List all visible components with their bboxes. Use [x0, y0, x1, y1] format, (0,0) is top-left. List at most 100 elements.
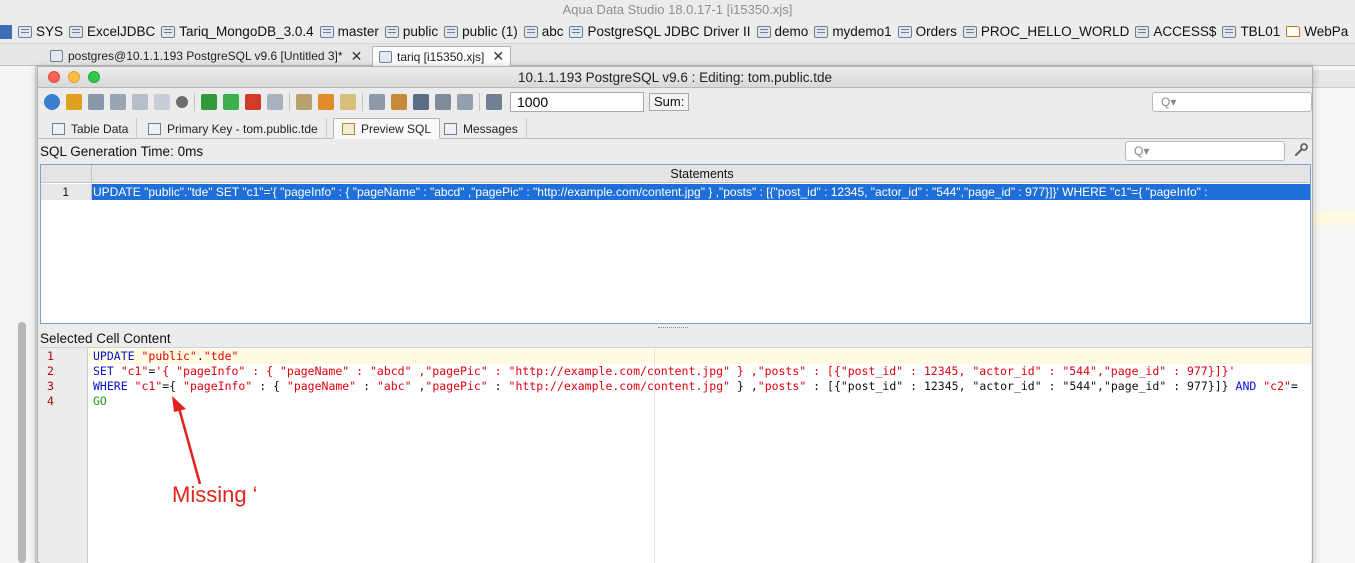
tab-label: Messages: [463, 121, 518, 136]
wand-icon[interactable]: [66, 94, 82, 110]
favorite-label: abc: [541, 24, 564, 39]
favorite-item[interactable]: master: [319, 24, 379, 39]
db-icon: [523, 25, 538, 38]
table-filter-icon[interactable]: [88, 94, 104, 110]
favorites-bar-handle[interactable]: [0, 24, 12, 39]
code-line: GO: [93, 394, 107, 409]
commit-icon[interactable]: [318, 94, 334, 110]
add-row-icon[interactable]: [223, 94, 239, 110]
refresh-icon[interactable]: [44, 94, 60, 110]
favorite-item[interactable]: PROC_HELLO_WORLD: [962, 24, 1129, 39]
tab-primary-key[interactable]: Primary Key - tom.public.tde: [140, 118, 327, 139]
column-icon[interactable]: [457, 94, 473, 110]
favorite-item[interactable]: abc: [523, 24, 564, 39]
favorite-item[interactable]: TBL01: [1222, 24, 1280, 39]
result-limit-input[interactable]: [510, 92, 644, 112]
favorite-item[interactable]: Tariq_MongoDB_3.0.4: [161, 24, 314, 39]
window-title: 10.1.1.193 PostgreSQL v9.6 : Editing: to…: [38, 67, 1312, 88]
toolbar-separator: [479, 93, 480, 111]
close-window-button[interactable]: [48, 71, 60, 83]
wrench-icon[interactable]: [1293, 142, 1309, 158]
column-header-statements[interactable]: Statements: [92, 165, 1310, 183]
vertical-scrollbar[interactable]: [18, 322, 26, 563]
db-icon: [69, 25, 84, 38]
zoom-window-button[interactable]: [88, 71, 100, 83]
expand-icon[interactable]: [369, 94, 385, 110]
favorite-item[interactable]: ExcelJDBC: [69, 24, 155, 39]
favorite-item[interactable]: PostgreSQL JDBC Driver II: [569, 24, 751, 39]
favorite-label: public (1): [462, 24, 518, 39]
sql-preview-icon: [342, 122, 355, 135]
favorite-item[interactable]: ACCESS$: [1135, 24, 1216, 39]
code-token: '{ "pageInfo" : { "pageName" : "abcd" ,"…: [155, 364, 1236, 378]
selected-cell-content-label: Selected Cell Content: [40, 331, 171, 346]
favorite-item[interactable]: mydemo1: [814, 24, 892, 39]
favorite-item[interactable]: public: [384, 24, 438, 39]
rollback-icon[interactable]: [340, 94, 356, 110]
stop-icon[interactable]: [176, 96, 188, 108]
sql-code[interactable]: UPDATE "public"."tde" SET "c1"='{ "pageIn…: [93, 348, 1311, 563]
document-tabs: postgres@10.1.1.193 PostgreSQL v9.6 [Unt…: [0, 44, 1355, 66]
code-line: WHERE "c1"={ "pageInfo" : { "pageName" :…: [93, 379, 1298, 394]
table-row[interactable]: 1 UPDATE "public"."tde" SET "c1"='{ "pag…: [41, 184, 1310, 200]
favorite-label: Tariq_MongoDB_3.0.4: [179, 24, 314, 39]
statements-search-input[interactable]: Q▾: [1125, 141, 1285, 161]
paste-icon[interactable]: [154, 94, 170, 110]
cell-content-editor[interactable]: 1 2 3 4 UPDATE "public"."tde" SET "c1"='{…: [40, 347, 1311, 563]
search-input[interactable]: Q▾: [1152, 92, 1312, 112]
db-icon: [161, 25, 176, 38]
tab-table-data[interactable]: Table Data: [44, 118, 138, 139]
line-number-gutter: 1 2 3 4: [40, 348, 88, 563]
favorite-item[interactable]: Orders: [897, 24, 957, 39]
table-icon: [52, 122, 65, 135]
favorite-item[interactable]: WebPa: [1286, 24, 1348, 39]
save-icon[interactable]: [296, 94, 312, 110]
copy-icon[interactable]: [132, 94, 148, 110]
code-token: :: [487, 379, 509, 393]
table-sort-icon[interactable]: [110, 94, 126, 110]
delete-row-icon[interactable]: [245, 94, 261, 110]
messages-icon: [444, 122, 457, 135]
code-token: } ,: [730, 379, 758, 393]
insert-row-icon[interactable]: [201, 94, 217, 110]
link-icon[interactable]: [413, 94, 429, 110]
favorite-item[interactable]: SYS: [18, 24, 63, 39]
favorite-label: master: [337, 24, 379, 39]
splitter-handle[interactable]: [658, 327, 688, 330]
code-token: "c2": [1263, 379, 1291, 393]
statement-cell[interactable]: UPDATE "public"."tde" SET "c1"='{ "pageI…: [92, 184, 1310, 200]
grid-icon[interactable]: [435, 94, 451, 110]
db-icon: [444, 25, 459, 38]
row-number-header[interactable]: [41, 165, 92, 183]
tab-i15350[interactable]: tariq [i15350.xjs] ✕: [372, 46, 512, 66]
sum-button[interactable]: Sum:: [649, 93, 690, 111]
favorite-label: demo: [774, 24, 809, 39]
close-icon[interactable]: ✕: [492, 48, 504, 65]
key-table-icon: [148, 122, 161, 135]
favorite-label: ACCESS$: [1153, 24, 1217, 39]
code-token: =: [1290, 379, 1298, 393]
code-token: "pagePic": [425, 379, 488, 393]
favorite-label: ExcelJDBC: [87, 24, 156, 39]
line-number: 1: [47, 349, 54, 363]
close-icon[interactable]: ✕: [351, 48, 363, 65]
code-token: "tde": [203, 349, 239, 363]
favorite-item[interactable]: demo: [756, 24, 809, 39]
code-line: UPDATE "public"."tde": [93, 349, 238, 364]
db-icon: [897, 25, 912, 38]
minimize-window-button[interactable]: [68, 71, 80, 83]
transform-icon[interactable]: [391, 94, 407, 110]
code-token: ,: [411, 379, 426, 393]
tab-preview-sql[interactable]: Preview SQL: [333, 118, 441, 139]
row-number[interactable]: 1: [41, 184, 92, 200]
tab-messages[interactable]: Messages: [436, 118, 527, 139]
tab-label: Primary Key - tom.public.tde: [167, 121, 318, 136]
edit-row-icon[interactable]: [267, 94, 283, 110]
favorite-item[interactable]: public (1): [444, 24, 518, 39]
tab-untitled-3[interactable]: postgres@10.1.1.193 PostgreSQL v9.6 [Unt…: [44, 46, 368, 66]
favorite-label: PostgreSQL JDBC Driver II: [587, 24, 751, 39]
favorite-label: TBL01: [1240, 24, 1281, 39]
favorite-label: WebPa: [1304, 24, 1349, 39]
annotation-text: Missing ‘: [172, 482, 258, 507]
background-editor-left: [0, 66, 36, 563]
